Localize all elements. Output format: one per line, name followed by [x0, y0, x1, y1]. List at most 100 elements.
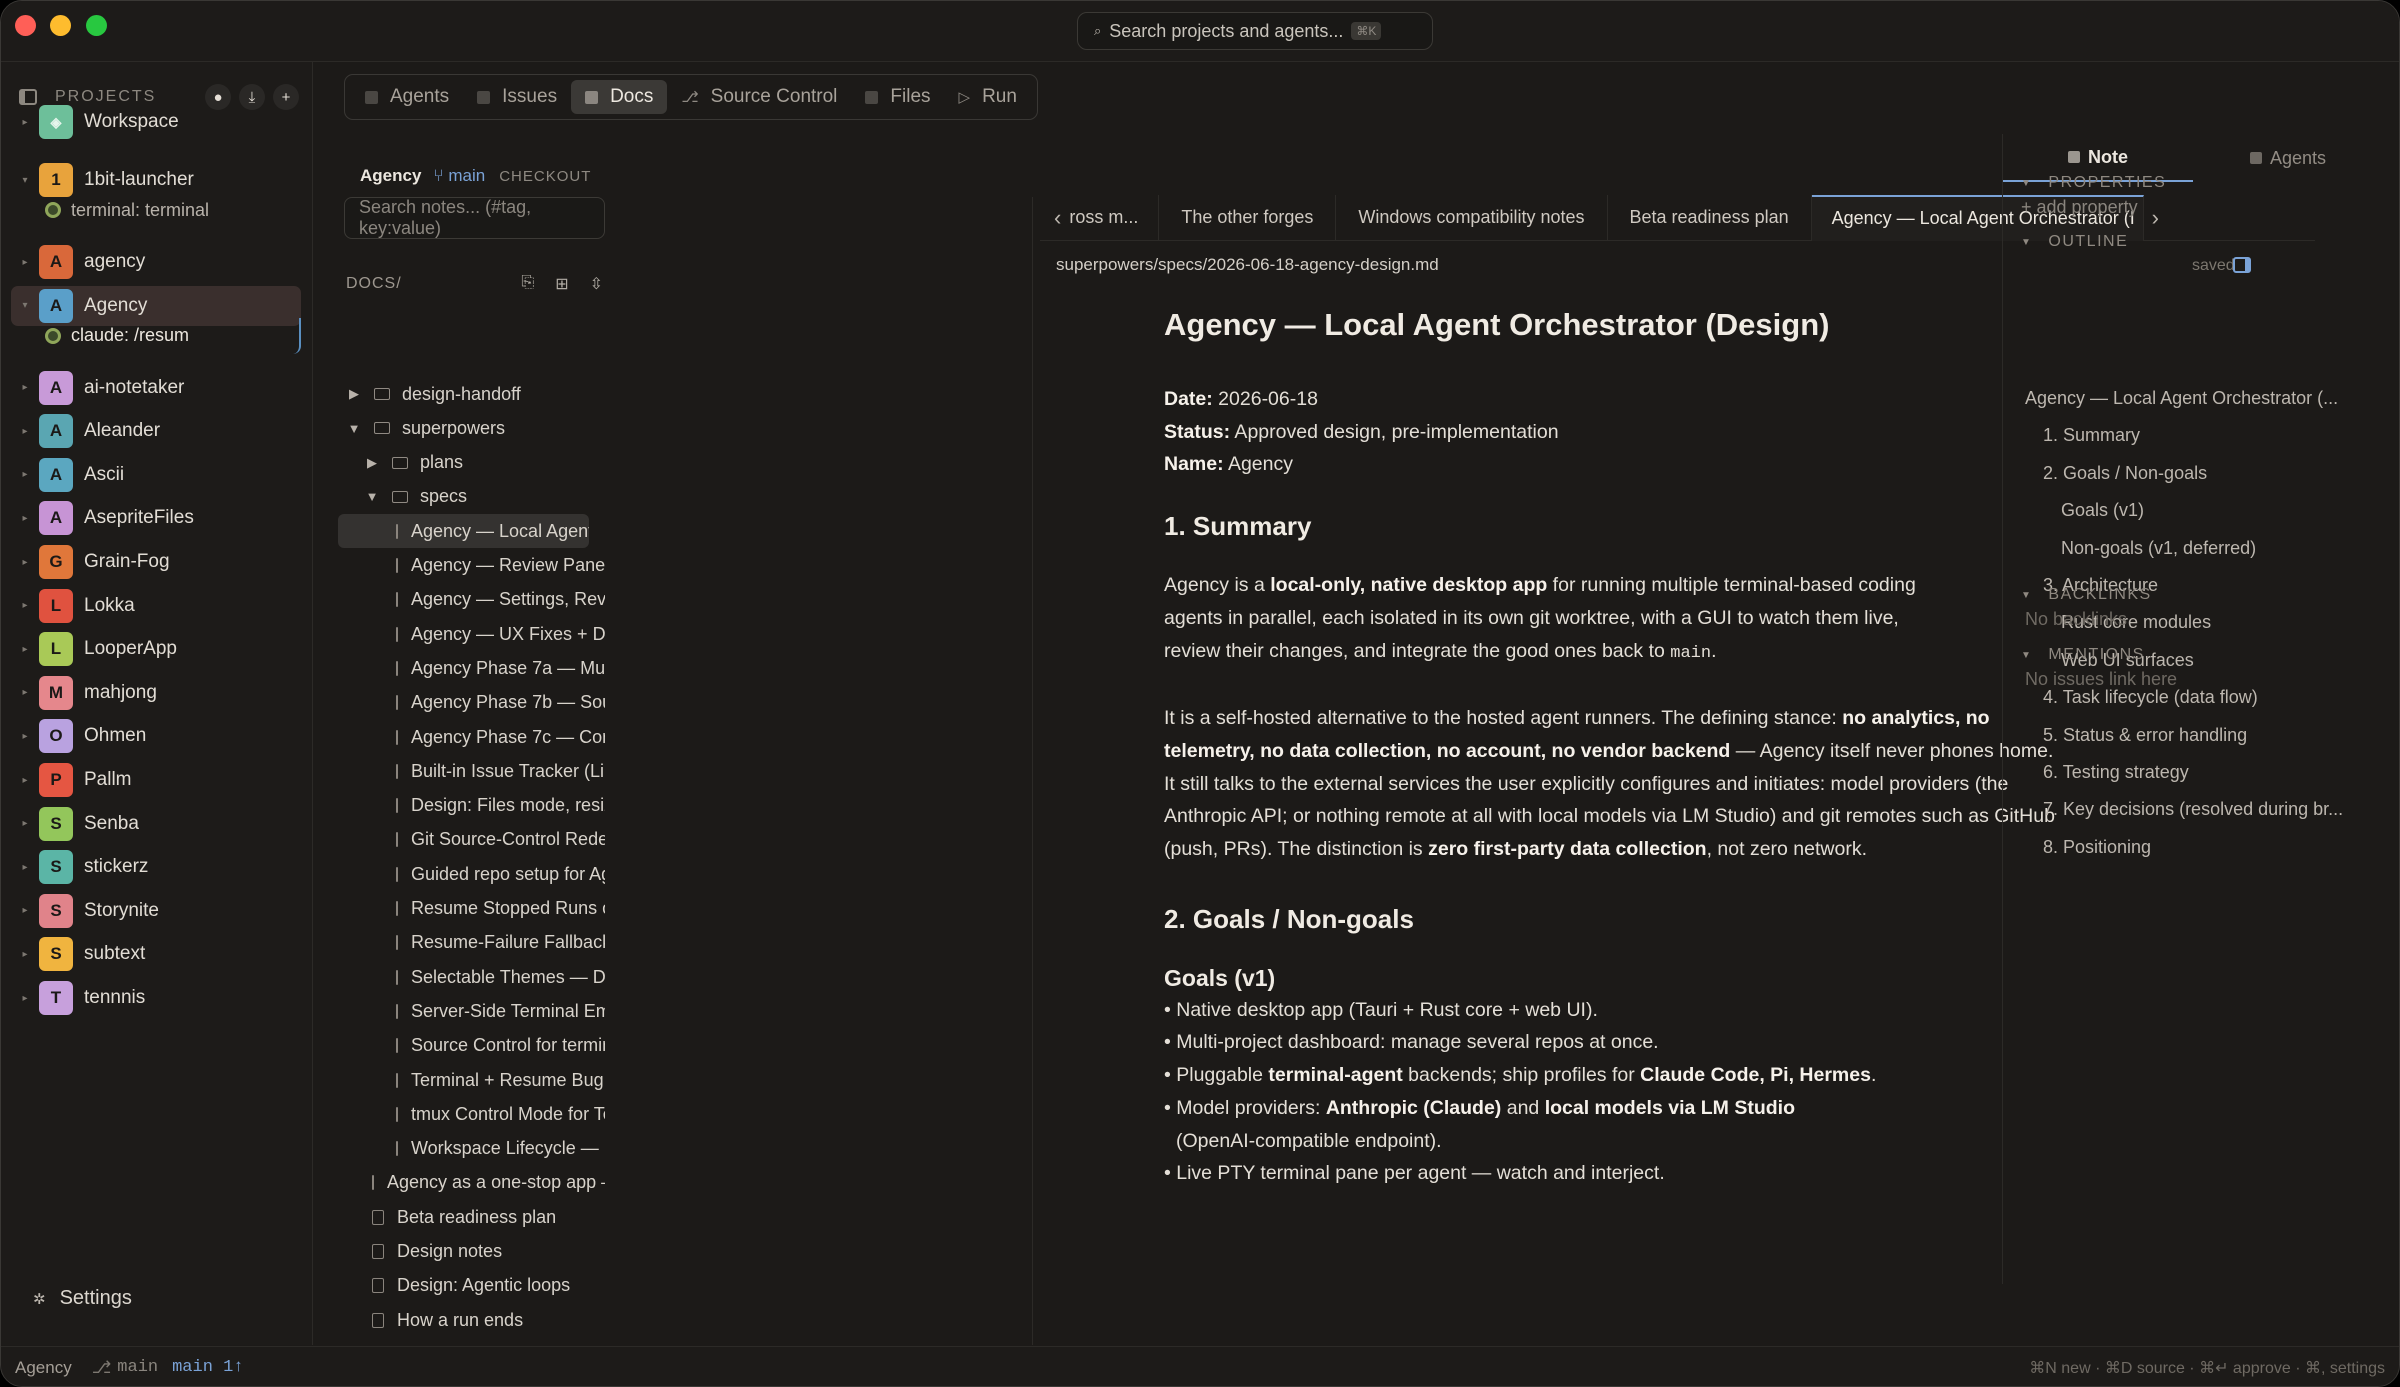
- project-item[interactable]: ▸ Ssubtext: [11, 934, 301, 974]
- tree-file[interactable]: Agency Phase 7c — Comma...: [396, 720, 605, 754]
- tree-file[interactable]: Agency — Local Agent Orch...: [338, 514, 589, 549]
- tree-folder[interactable]: ▼ specs: [364, 480, 605, 514]
- tree-file[interactable]: Server-Side Terminal Emula...: [396, 994, 605, 1028]
- global-search-input[interactable]: ⌕ Search projects and agents... ⌘K: [1077, 12, 1433, 50]
- project-item[interactable]: ▸ L LooperApp: [11, 629, 301, 669]
- chevron-right-icon[interactable]: ▸: [11, 426, 39, 437]
- project-item[interactable]: ▸ Aai-notetaker: [11, 368, 301, 408]
- backlinks-header[interactable]: ▼ BACKLINKS: [2021, 586, 2152, 604]
- tree-file[interactable]: Guided repo setup for Agen...: [396, 857, 605, 891]
- project-item[interactable]: ▸ Aagency: [11, 242, 301, 282]
- outline-item[interactable]: Non-goals (v1, deferred): [2061, 538, 2375, 559]
- project-item[interactable]: ▸ O Ohmen: [11, 716, 301, 756]
- new-note-icon[interactable]: ⎘: [521, 274, 535, 294]
- tree-file[interactable]: Agency as a one-stop app — as...: [372, 1166, 605, 1200]
- add-property-button[interactable]: + add property: [2021, 197, 2138, 218]
- chevron-right-icon[interactable]: ▸: [11, 469, 39, 480]
- tree-file[interactable]: Selectable Themes — Design: [396, 960, 605, 994]
- project-item[interactable]: ▸ A AsepriteFiles: [11, 498, 301, 538]
- project-item[interactable]: ▸ A Ascii: [11, 455, 301, 495]
- tab-source-control[interactable]: ⎇ Source Control: [667, 80, 851, 114]
- project-item[interactable]: ▸ Ttennnis: [11, 978, 301, 1018]
- mentions-header[interactable]: ▼ MENTIONS: [2021, 646, 2145, 664]
- tree-file[interactable]: Workspace Lifecycle — Desi...: [396, 1132, 605, 1166]
- tree-file[interactable]: Agency Phase 7b — Source ...: [396, 686, 605, 720]
- outline-item[interactable]: 2. Goals / Non-goals: [2043, 463, 2375, 484]
- tree-file[interactable]: Git Source-Control Redesig...: [396, 823, 605, 857]
- minimize-window-button[interactable]: [50, 15, 71, 36]
- project-item[interactable]: ▸ Sstickerz: [11, 847, 301, 887]
- notes-search-input[interactable]: Search notes... (#tag, key:value): [344, 197, 605, 239]
- chevron-right-icon[interactable]: ▶: [364, 455, 380, 471]
- branch-badge[interactable]: ⑂ main: [433, 166, 485, 186]
- close-window-button[interactable]: [15, 15, 36, 36]
- settings-button[interactable]: ✲ Settings: [33, 1287, 132, 1310]
- chevron-right-icon[interactable]: ▸: [11, 949, 39, 960]
- chevron-right-icon[interactable]: ▸: [11, 600, 39, 611]
- tab-docs[interactable]: Docs: [571, 80, 668, 114]
- chevron-right-icon[interactable]: ▸: [11, 818, 39, 829]
- chevron-right-icon[interactable]: ▸: [11, 557, 39, 568]
- agent-session[interactable]: claude: /resum: [45, 317, 301, 354]
- chevron-right-icon[interactable]: ▸: [11, 731, 39, 742]
- tree-file[interactable]: Agency — Settings, Review-...: [396, 583, 605, 617]
- chevron-right-icon[interactable]: ▸: [11, 382, 39, 393]
- editor-tab[interactable]: ross m...: [1061, 194, 1160, 241]
- tree-file[interactable]: Beta readiness plan: [372, 1200, 605, 1234]
- editor-tab[interactable]: Beta readiness plan: [1608, 194, 1812, 241]
- chevron-right-icon[interactable]: ▸: [11, 644, 39, 655]
- tab-agents[interactable]: Agents: [2193, 134, 2383, 182]
- tree-file[interactable]: Resume Stopped Runs on R...: [396, 892, 605, 926]
- outline-item[interactable]: 1. Summary: [2043, 425, 2375, 446]
- chevron-down-icon[interactable]: ▾: [11, 175, 39, 186]
- outline-item[interactable]: 6. Testing strategy: [2043, 762, 2375, 783]
- tab-run[interactable]: ▷ Run: [945, 80, 1031, 114]
- tree-folder[interactable]: ▼ superpowers: [346, 411, 605, 445]
- outline-item[interactable]: Agency — Local Agent Orchestrator (...: [2025, 388, 2375, 409]
- tree-folder[interactable]: ▶ plans: [364, 446, 605, 480]
- project-item[interactable]: ▸ A Aleander: [11, 411, 301, 451]
- new-folder-icon[interactable]: ⊞: [555, 274, 569, 294]
- chevron-right-icon[interactable]: ▸: [11, 993, 39, 1004]
- checkout-button[interactable]: CHECKOUT: [499, 168, 591, 185]
- tree-folder[interactable]: ▶ design-handoff: [346, 377, 605, 411]
- chevron-down-icon[interactable]: ▾: [11, 300, 39, 311]
- tree-file[interactable]: Design notes: [372, 1235, 605, 1269]
- zoom-window-button[interactable]: [86, 15, 107, 36]
- agent-session[interactable]: terminal: terminal: [45, 192, 209, 228]
- chevron-right-icon[interactable]: ▸: [11, 117, 39, 128]
- project-item[interactable]: ▸ ◈ Workspace: [11, 102, 301, 142]
- editor-tab[interactable]: Windows compatibility notes: [1336, 194, 1608, 241]
- outline-item[interactable]: Goals (v1): [2061, 500, 2375, 521]
- tab-agents[interactable]: Agents: [351, 80, 463, 114]
- outline-item[interactable]: 7. Key decisions (resolved during br...: [2043, 799, 2375, 820]
- project-item[interactable]: ▸ S Storynite: [11, 891, 301, 931]
- editor-tab[interactable]: The other forges: [1159, 194, 1337, 241]
- chevron-right-icon[interactable]: ▸: [11, 905, 39, 916]
- properties-header[interactable]: ▼ PROPERTIES: [2021, 174, 2166, 192]
- project-item[interactable]: ▸ L Lokka: [11, 586, 301, 626]
- tab-issues[interactable]: Issues: [463, 80, 571, 114]
- status-branch[interactable]: main: [117, 1358, 158, 1377]
- tree-file[interactable]: Agency — Review Pane Sta...: [396, 549, 605, 583]
- tree-file[interactable]: Agency — UX Fixes + Desig...: [396, 617, 605, 651]
- project-item[interactable]: ▸ Mmahjong: [11, 673, 301, 713]
- tree-file[interactable]: Terminal + Resume Bug Fixe...: [396, 1063, 605, 1097]
- project-item[interactable]: ▸ G Grain-Fog: [11, 542, 301, 582]
- chevron-right-icon[interactable]: ▶: [346, 386, 362, 402]
- chevron-right-icon[interactable]: ▸: [11, 862, 39, 873]
- tree-file[interactable]: Resume-Failure Fallback: Fr...: [396, 926, 605, 960]
- chevron-right-icon[interactable]: ▸: [11, 775, 39, 786]
- tree-file[interactable]: Built-in Issue Tracker (Linea...: [396, 754, 605, 788]
- chevron-right-icon[interactable]: ▸: [11, 257, 39, 268]
- outline-item[interactable]: 5. Status & error handling: [2043, 725, 2375, 746]
- tab-files[interactable]: Files: [851, 80, 944, 114]
- outline-header[interactable]: ▼ OUTLINE: [2021, 233, 2128, 251]
- outline-item[interactable]: 8. Positioning: [2043, 837, 2375, 858]
- pane-divider[interactable]: [1032, 197, 1033, 1345]
- tree-file[interactable]: Design: Files mode, resizabl...: [396, 789, 605, 823]
- chevron-down-icon[interactable]: ▼: [364, 489, 380, 504]
- tree-file[interactable]: Agency Phase 7a — Multi-A...: [396, 651, 605, 685]
- tree-file[interactable]: tmux Control Mode for Ter...: [396, 1097, 605, 1131]
- tree-file[interactable]: Source Control for terminal...: [396, 1029, 605, 1063]
